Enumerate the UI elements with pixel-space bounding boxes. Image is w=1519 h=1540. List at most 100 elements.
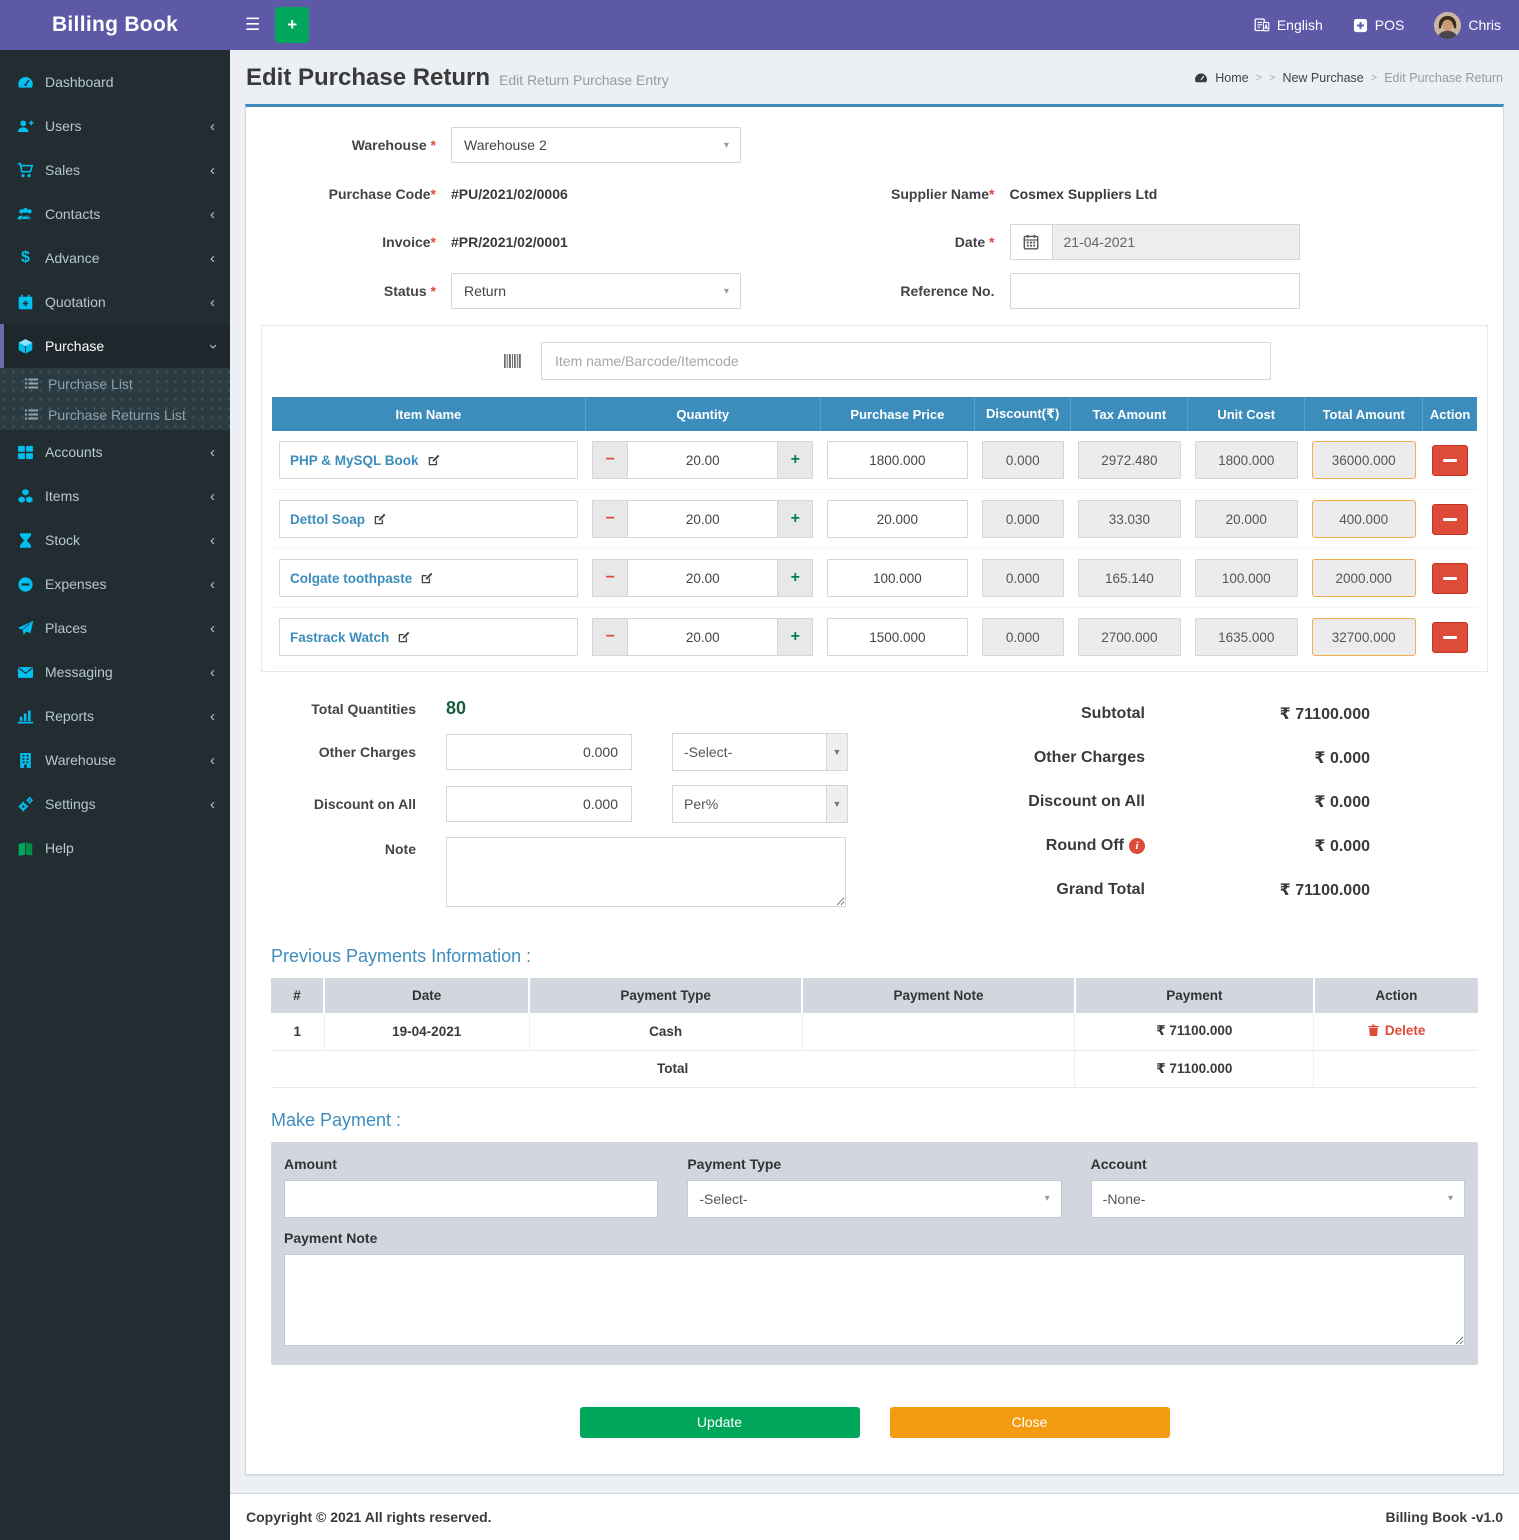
quantity-decrease-button[interactable]: − [592, 441, 627, 479]
quantity-decrease-button[interactable]: − [592, 500, 627, 538]
th-large-icon [17, 444, 34, 461]
purchase-price-input[interactable] [827, 618, 967, 656]
item-name-link[interactable]: Colgate toothpaste [290, 571, 412, 586]
amount-input[interactable] [284, 1180, 658, 1218]
discount-value: 0.000 [982, 618, 1064, 656]
quantity-decrease-button[interactable]: − [592, 559, 627, 597]
discount-value: 0.000 [982, 500, 1064, 538]
account-select[interactable]: -None- ▾ [1091, 1180, 1465, 1218]
purchase-price-input[interactable] [827, 441, 967, 479]
app-logo[interactable]: Billing Book [0, 0, 230, 50]
sidebar-item-label: Expenses [45, 576, 106, 592]
close-button[interactable]: Close [890, 1407, 1170, 1438]
table-row: Colgate toothpaste −+ 0.000 165.140 100.… [272, 549, 1477, 608]
sidebar-item-sales[interactable]: Sales ‹ [0, 148, 230, 192]
invoice-value: #PR/2021/02/0001 [451, 234, 568, 250]
item-search-input[interactable] [541, 342, 1271, 380]
sidebar-item-label: Stock [45, 532, 80, 548]
sidebar-item-accounts[interactable]: Accounts ‹ [0, 430, 230, 474]
sidebar-item-reports[interactable]: Reports ‹ [0, 694, 230, 738]
quantity-input[interactable] [627, 618, 778, 656]
subtotal-value: ₹ 71100.000 [1145, 704, 1370, 724]
quantity-increase-button[interactable]: + [778, 618, 813, 656]
discount-on-all-total-value: ₹ 0.000 [1145, 792, 1370, 812]
discount-on-all-select[interactable]: Per% ▼ [672, 785, 848, 823]
payment-note-textarea[interactable] [284, 1254, 1465, 1346]
minus-circle-icon [17, 576, 34, 593]
sidebar-item-purchase-list[interactable]: Purchase List [0, 368, 230, 399]
remove-item-button[interactable] [1432, 563, 1468, 594]
quantity-decrease-button[interactable]: − [592, 618, 627, 656]
sidebar-item-label: Users [45, 118, 82, 134]
sidebar-item-quotation[interactable]: Quotation ‹ [0, 280, 230, 324]
quantity-increase-button[interactable]: + [778, 500, 813, 538]
quantity-increase-button[interactable]: + [778, 559, 813, 597]
item-name-link[interactable]: PHP & MySQL Book [290, 453, 419, 468]
edit-icon[interactable] [373, 512, 387, 526]
user-menu[interactable]: Chris [1434, 12, 1501, 39]
chevron-left-icon: ‹ [210, 709, 215, 724]
other-charges-selected-value: -Select- [684, 744, 732, 760]
trash-icon [1367, 1024, 1380, 1037]
sidebar-item-purchase-returns-list[interactable]: Purchase Returns List [0, 399, 230, 430]
reference-no-input[interactable] [1010, 273, 1300, 309]
sidebar-item-messaging[interactable]: Messaging ‹ [0, 650, 230, 694]
sidebar-item-settings[interactable]: Settings ‹ [0, 782, 230, 826]
sidebar-item-dashboard[interactable]: Dashboard [0, 60, 230, 104]
sidebar-item-users[interactable]: Users ‹ [0, 104, 230, 148]
breadcrumb-new-purchase[interactable]: New Purchase [1282, 71, 1363, 85]
payment-date: 19-04-2021 [324, 1013, 529, 1050]
chevron-left-icon: ‹ [210, 797, 215, 812]
chevron-left-icon: ‹ [210, 251, 215, 266]
other-charges-input[interactable] [446, 734, 632, 770]
sidebar-toggle-icon[interactable]: ☰ [230, 15, 275, 35]
paper-plane-icon [17, 620, 34, 637]
discount-on-all-input[interactable] [446, 786, 632, 822]
purchase-price-input[interactable] [827, 500, 967, 538]
date-input[interactable] [1052, 224, 1300, 260]
sidebar-item-advance[interactable]: $ Advance ‹ [0, 236, 230, 280]
delete-payment-link[interactable]: Delete [1367, 1023, 1426, 1038]
purchase-price-input[interactable] [827, 559, 967, 597]
chevron-down-icon: ▼ [826, 734, 847, 770]
breadcrumb-home[interactable]: Home [1215, 71, 1248, 85]
status-select[interactable]: Return ▾ [451, 273, 741, 309]
sidebar-item-help[interactable]: Help [0, 826, 230, 870]
quantity-input[interactable] [627, 441, 778, 479]
version-text: Billing Book -v1.0 [1386, 1509, 1503, 1525]
sidebar-item-places[interactable]: Places ‹ [0, 606, 230, 650]
quick-add-button[interactable]: + [275, 7, 309, 43]
sidebar-item-purchase[interactable]: Purchase ‹ [0, 324, 230, 368]
item-name-link[interactable]: Fastrack Watch [290, 630, 389, 645]
sidebar-item-label: Help [45, 840, 74, 856]
book-icon [17, 840, 34, 857]
quantity-input[interactable] [627, 500, 778, 538]
language-menu[interactable]: English [1254, 17, 1323, 33]
sidebar-item-contacts[interactable]: Contacts ‹ [0, 192, 230, 236]
remove-item-button[interactable] [1432, 445, 1468, 476]
sidebar-item-expenses[interactable]: Expenses ‹ [0, 562, 230, 606]
payment-type-select[interactable]: -Select- ▾ [687, 1180, 1061, 1218]
note-textarea[interactable] [446, 837, 846, 907]
make-payment-section: Make Payment : Amount Payment Type -Sele… [261, 1088, 1488, 1365]
edit-icon[interactable] [420, 571, 434, 585]
update-button[interactable]: Update [580, 1407, 860, 1438]
chevron-left-icon: ‹ [210, 533, 215, 548]
remove-item-button[interactable] [1432, 504, 1468, 535]
info-icon[interactable]: i [1129, 838, 1145, 854]
sidebar-item-warehouse[interactable]: Warehouse ‹ [0, 738, 230, 782]
pos-menu[interactable]: POS [1353, 17, 1405, 33]
edit-icon[interactable] [427, 453, 441, 467]
quantity-increase-button[interactable]: + [778, 441, 813, 479]
sidebar-item-items[interactable]: Items ‹ [0, 474, 230, 518]
form-actions: Update Close [261, 1407, 1488, 1438]
page-subtitle: Edit Return Purchase Entry [499, 72, 669, 88]
edit-icon[interactable] [397, 630, 411, 644]
status-selected-value: Return [464, 283, 506, 299]
other-charges-select[interactable]: -Select- ▼ [672, 733, 848, 771]
quantity-input[interactable] [627, 559, 778, 597]
sidebar-item-stock[interactable]: Stock ‹ [0, 518, 230, 562]
remove-item-button[interactable] [1432, 622, 1468, 653]
warehouse-select[interactable]: Warehouse 2 ▾ [451, 127, 741, 163]
item-name-link[interactable]: Dettol Soap [290, 512, 365, 527]
